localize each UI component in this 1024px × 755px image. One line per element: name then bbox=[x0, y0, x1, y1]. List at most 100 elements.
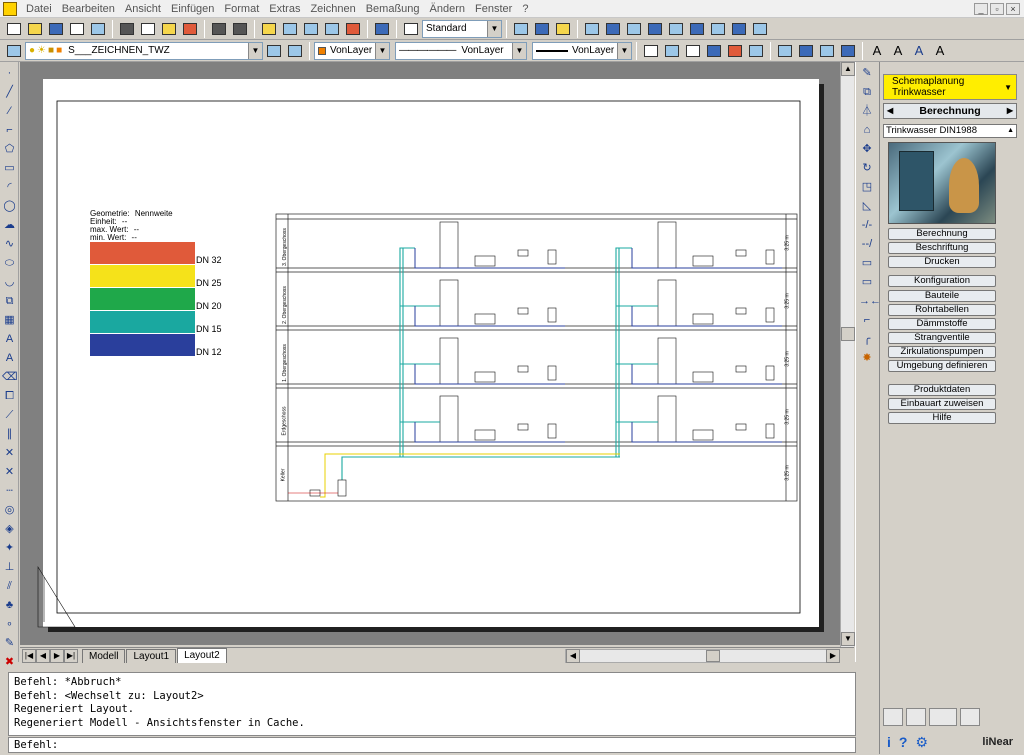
mtext-icon[interactable]: A bbox=[2, 351, 17, 366]
scale-icon[interactable]: ◳ bbox=[859, 179, 875, 195]
copy-object-icon[interactable]: ⧉ bbox=[859, 84, 875, 100]
view-back-icon[interactable] bbox=[645, 19, 665, 38]
btn-konfiguration[interactable]: Konfiguration bbox=[888, 275, 996, 287]
properties-icon[interactable]: ✎ bbox=[2, 636, 17, 651]
cube-icon[interactable] bbox=[683, 41, 703, 60]
ellipse-icon[interactable]: ⬭ bbox=[2, 256, 17, 271]
zoom-realtime-icon[interactable] bbox=[280, 19, 300, 38]
properties-icon[interactable] bbox=[343, 19, 363, 38]
rectangle-icon[interactable]: ▭ bbox=[2, 161, 17, 176]
rotate-icon[interactable]: ↻ bbox=[859, 160, 875, 176]
construction-line-icon[interactable]: ⁄ bbox=[2, 104, 17, 119]
pencil-icon[interactable] bbox=[960, 708, 980, 726]
copy-icon[interactable] bbox=[138, 19, 158, 38]
open-file-icon[interactable] bbox=[25, 19, 45, 38]
view-right-icon[interactable] bbox=[603, 19, 623, 38]
btn-drucken[interactable]: Drucken bbox=[888, 256, 996, 268]
layer-manager-icon[interactable] bbox=[4, 41, 24, 60]
horizontal-scrollbar[interactable]: ◀ ▶ bbox=[565, 649, 840, 663]
make-layer-current-icon[interactable] bbox=[264, 41, 284, 60]
h-scroll-thumb[interactable] bbox=[706, 650, 720, 662]
circle-icon[interactable]: ◯ bbox=[2, 199, 17, 214]
block-icon[interactable]: ⧉ bbox=[2, 294, 17, 309]
close-button[interactable]: × bbox=[1006, 2, 1020, 15]
menu-einfuegen[interactable]: Einfügen bbox=[166, 0, 219, 18]
tab-layout2[interactable]: Layout2 bbox=[177, 648, 227, 663]
menu-help[interactable]: ? bbox=[517, 0, 533, 18]
menu-zeichnen[interactable]: Zeichnen bbox=[305, 0, 360, 18]
render-icon[interactable] bbox=[725, 41, 745, 60]
target-icon[interactable]: ◎ bbox=[2, 503, 17, 518]
iso-sw-icon[interactable] bbox=[666, 19, 686, 38]
print-preview-icon[interactable] bbox=[88, 19, 108, 38]
explode-icon[interactable]: ✸ bbox=[859, 350, 875, 366]
fillet-icon[interactable]: ⌐ bbox=[859, 312, 875, 328]
wedge-icon[interactable] bbox=[662, 41, 682, 60]
btn-rohrtabellen[interactable]: Rohrtabellen bbox=[888, 304, 996, 316]
sphere-icon[interactable] bbox=[704, 41, 724, 60]
new-file-icon[interactable] bbox=[4, 19, 24, 38]
menu-aendern[interactable]: Ändern bbox=[425, 0, 470, 18]
tab-layout1[interactable]: Layout1 bbox=[126, 649, 177, 663]
scale-text-icon[interactable]: A bbox=[930, 41, 950, 60]
gear-icon[interactable]: ⚙ bbox=[915, 734, 928, 751]
osnap-icon[interactable]: ◈ bbox=[2, 522, 17, 537]
module-dropdown[interactable]: Schemaplanung Trinkwasser ▼ bbox=[883, 74, 1017, 100]
btn-berechnung[interactable]: Berechnung bbox=[888, 228, 996, 240]
camera-icon[interactable] bbox=[750, 19, 770, 38]
cloud-icon[interactable]: ☁ bbox=[2, 218, 17, 233]
erase-icon[interactable]: ⌫ bbox=[2, 370, 18, 385]
join-icon[interactable]: ▭ bbox=[859, 274, 875, 290]
section-header[interactable]: ◀ Berechnung ▶ bbox=[883, 103, 1017, 119]
trim-icon[interactable]: -/- bbox=[859, 217, 875, 233]
copy-object-icon[interactable]: ⧠ bbox=[2, 389, 17, 404]
viewport-2-icon[interactable] bbox=[796, 41, 816, 60]
app-icon[interactable] bbox=[3, 1, 17, 16]
spline-icon[interactable]: ∿ bbox=[2, 237, 17, 252]
mirror-icon[interactable]: ⏃ bbox=[859, 103, 875, 119]
chevron-left-icon[interactable]: ◀ bbox=[887, 104, 893, 118]
btn-umgebung-definieren[interactable]: Umgebung definieren bbox=[888, 360, 996, 372]
btn-produktdaten[interactable]: Produktdaten bbox=[888, 384, 996, 396]
perpendicular-icon[interactable]: ⊥ bbox=[2, 560, 17, 575]
btn-bauteile[interactable]: Bauteile bbox=[888, 290, 996, 302]
point-icon[interactable]: · bbox=[2, 66, 17, 81]
match-properties-icon[interactable] bbox=[180, 19, 200, 38]
extend-icon[interactable]: --/ bbox=[859, 236, 875, 252]
scroll-up-button[interactable]: ▲ bbox=[841, 62, 855, 76]
fillet-arc-icon[interactable]: ╭ bbox=[859, 331, 875, 347]
print-icon[interactable] bbox=[67, 19, 87, 38]
menu-bemassung[interactable]: Bemaßung bbox=[361, 0, 425, 18]
text-style-combo[interactable]: Standard ▼ bbox=[422, 19, 502, 38]
iso-ne-icon[interactable] bbox=[708, 19, 728, 38]
undo-icon[interactable] bbox=[209, 19, 229, 38]
help-icon[interactable] bbox=[372, 19, 392, 38]
vertical-scrollbar[interactable]: ▲ ▼ bbox=[840, 62, 855, 647]
iso-nw-icon[interactable] bbox=[729, 19, 749, 38]
chamfer-icon[interactable]: →← bbox=[859, 293, 881, 309]
insert-icon[interactable]: ♣ bbox=[2, 598, 17, 613]
btn-daemmstoffe[interactable]: Dämmstoffe bbox=[888, 318, 996, 330]
break-icon[interactable]: ┄ bbox=[2, 484, 17, 499]
ellipse-arc-icon[interactable]: ◡ bbox=[2, 275, 17, 290]
tab-modell[interactable]: Modell bbox=[82, 649, 126, 663]
save-icon[interactable] bbox=[46, 19, 66, 38]
menu-ansicht[interactable]: Ansicht bbox=[120, 0, 166, 18]
offset-icon[interactable]: ⌂ bbox=[859, 122, 875, 138]
hatch-icon[interactable]: ▦ bbox=[2, 313, 17, 328]
parallel-icon[interactable]: ⫽ bbox=[2, 579, 17, 594]
mtext-icon[interactable]: A bbox=[888, 41, 908, 60]
red-tool-icon[interactable]: ✖ bbox=[2, 655, 17, 670]
scroll-left-button[interactable]: ◀ bbox=[566, 649, 580, 663]
move-icon[interactable]: ✥ bbox=[859, 141, 875, 157]
break-icon[interactable]: ▭ bbox=[859, 255, 875, 271]
zoom-window-icon[interactable] bbox=[301, 19, 321, 38]
scroll-thumb[interactable] bbox=[841, 327, 855, 341]
view-left-icon[interactable] bbox=[582, 19, 602, 38]
view-bottom-icon[interactable] bbox=[553, 19, 573, 38]
btn-hilfe[interactable]: Hilfe bbox=[888, 412, 996, 424]
shading-icon[interactable] bbox=[511, 19, 531, 38]
materials-icon[interactable] bbox=[746, 41, 766, 60]
tab-next-button[interactable]: ▶ bbox=[50, 649, 64, 663]
offset-icon[interactable]: ∥ bbox=[2, 427, 17, 442]
